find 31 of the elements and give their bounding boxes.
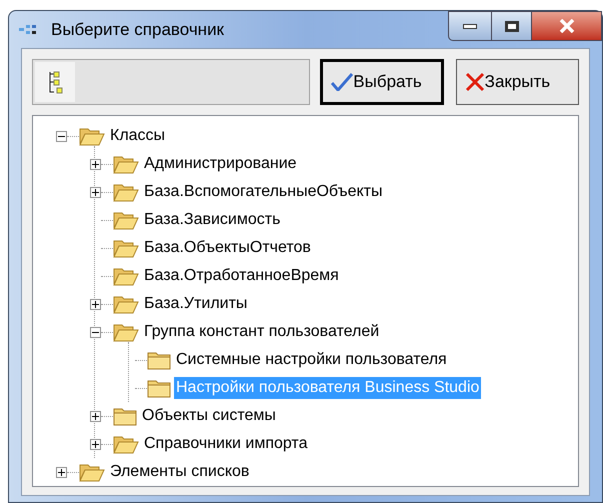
maximize-button[interactable]	[492, 11, 532, 41]
expand-toggle[interactable]	[90, 438, 101, 450]
expand-toggle[interactable]	[90, 410, 101, 422]
tree-item[interactable]: База.Утилиты	[142, 293, 250, 315]
close-icon	[558, 19, 574, 33]
expand-toggle[interactable]	[90, 158, 101, 170]
tree-item[interactable]: База.Зависимость	[142, 209, 282, 231]
check-icon	[331, 73, 354, 91]
tree-view-button[interactable]	[35, 62, 75, 102]
tree-item[interactable]: Элементы списков	[108, 461, 252, 483]
tree-item[interactable]: Объекты системы	[140, 405, 278, 427]
expand-toggle[interactable]	[90, 298, 101, 310]
tree-item[interactable]: Системные настройки пользователя	[174, 349, 449, 371]
expand-toggle[interactable]	[90, 186, 101, 198]
tree-item[interactable]: База.ВспомогательныеОбъекты	[142, 181, 384, 203]
cross-icon	[464, 72, 485, 92]
minimize-button[interactable]	[448, 11, 492, 41]
tree-item[interactable]: Администрирование	[142, 153, 299, 175]
select-button[interactable]: Выбрать	[320, 59, 444, 105]
tree-item[interactable]: База.ОбъектыОтчетов	[142, 237, 313, 259]
collapse-toggle[interactable]	[90, 326, 101, 338]
tree-item[interactable]: База.ОтработанноеВремя	[142, 265, 341, 287]
tree-item[interactable]: Группа констант пользователей	[142, 321, 382, 343]
tree-item[interactable]: Справочники импорта	[142, 433, 310, 455]
expand-toggle[interactable]	[56, 466, 67, 478]
tree-item[interactable]: Классы	[108, 125, 168, 147]
close-dialog-button[interactable]: Закрыть	[456, 59, 580, 105]
close-button[interactable]	[532, 11, 602, 41]
window-title: Выберите справочник	[51, 18, 224, 41]
collapse-toggle[interactable]	[56, 130, 67, 142]
tree-icon	[47, 70, 63, 94]
